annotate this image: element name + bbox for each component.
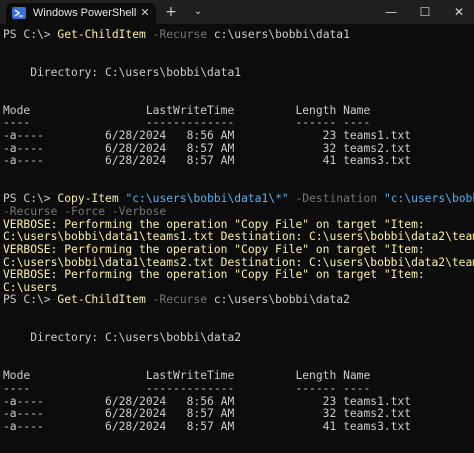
console-text: Directory: C:\users\bobbi\data2 — [3, 331, 242, 345]
console-text: VERBOSE: Performing the operation "Copy … — [3, 217, 425, 231]
maximize-icon[interactable]: ☐ — [414, 2, 436, 22]
console-line: Directory: C:\users\bobbi\data2 — [3, 332, 474, 345]
console-text: -Recurse — [152, 293, 208, 307]
console-text: -Recurse — [152, 29, 208, 41]
console-text: C:\users — [3, 280, 58, 294]
console-text: Mode LastWriteTime Length Name — [3, 103, 371, 117]
console-line: -a---- 6/28/2024 8:57 AM 41 teams3.txt — [3, 419, 474, 434]
console-text: -a---- 6/28/2024 8:56 AM 23 teams1.txt — [3, 394, 412, 408]
console-text: Copy-Item — [57, 192, 119, 206]
console-text: "c:\users\bobbi\data1\*" — [125, 192, 289, 206]
console-text: ---- ------------- ------ ---- — [3, 116, 371, 130]
console-text: Get-ChildItem — [57, 293, 146, 307]
console-text: C:\users\bobbi\data1\teams1.txt Destinat… — [3, 230, 474, 244]
console-text: "c:\users\bobbi\data2" — [383, 192, 474, 206]
console-text: PS C:\> — [3, 192, 58, 206]
title-bar: Windows PowerShell ✕ + ⌄ — ☐ ✕ — [0, 0, 474, 24]
plus-icon[interactable]: + — [163, 3, 179, 21]
console-text: -a---- 6/28/2024 8:57 AM 32 teams2.txt — [3, 407, 412, 421]
console-text: PS C:\> — [3, 29, 58, 41]
console-text: -a---- 6/28/2024 8:57 AM 41 teams3.txt — [3, 154, 412, 168]
console-text: -a---- 6/28/2024 8:56 AM 23 teams1.txt — [3, 129, 412, 143]
console-line: VERBOSE: Performing the operation "Copy … — [3, 268, 474, 282]
console-text: Mode LastWriteTime Length Name — [3, 369, 371, 383]
console-line: -a---- 6/28/2024 8:57 AM 41 teams3.txt — [3, 155, 474, 168]
powershell-icon — [12, 7, 26, 19]
console-text: -Destination — [295, 192, 378, 206]
tab-windows-powershell[interactable]: Windows PowerShell ✕ — [6, 3, 156, 24]
console-text: -a---- 6/28/2024 8:57 AM 41 teams3.txt — [3, 419, 412, 433]
console-text: Get-ChildItem — [57, 29, 146, 41]
tab-title: Windows PowerShell — [33, 7, 137, 19]
console-text: C:\users\bobbi\data1\teams2.txt Destinat… — [3, 255, 474, 269]
powershell-window: Windows PowerShell ✕ + ⌄ — ☐ ✕ PS C:\> G… — [0, 0, 474, 453]
console-text: Directory: C:\users\bobbi\data1 — [3, 65, 242, 79]
console-text: PS C:\> — [3, 293, 58, 307]
console-line: PS C:\> Get-ChildItem -Recurse c:\users\… — [3, 294, 474, 307]
console-line: PS C:\> Get-ChildItem -Recurse c:\users\… — [3, 29, 474, 42]
console-text: c:\users\bobbi\data1 — [207, 29, 350, 41]
console-output[interactable]: PS C:\> Get-ChildItem -Recurse c:\users\… — [3, 29, 474, 453]
close-icon[interactable]: ✕ — [138, 5, 152, 21]
console-text: -Recurse -Force -Verbose — [3, 204, 167, 218]
console-text: ---- ------------- ------ ---- — [3, 381, 371, 395]
close-icon[interactable]: ✕ — [448, 2, 470, 22]
console-text: VERBOSE: Performing the operation "Copy … — [3, 268, 425, 282]
minimize-icon[interactable]: — — [380, 2, 402, 22]
console-text: c:\users\bobbi\data2 — [207, 293, 350, 307]
console-line: Directory: C:\users\bobbi\data1 — [3, 65, 474, 80]
console-text: VERBOSE: Performing the operation "Copy … — [3, 242, 425, 256]
console-text: -a---- 6/28/2024 8:57 AM 32 teams2.txt — [3, 141, 412, 155]
chevron-down-icon[interactable]: ⌄ — [191, 3, 205, 21]
